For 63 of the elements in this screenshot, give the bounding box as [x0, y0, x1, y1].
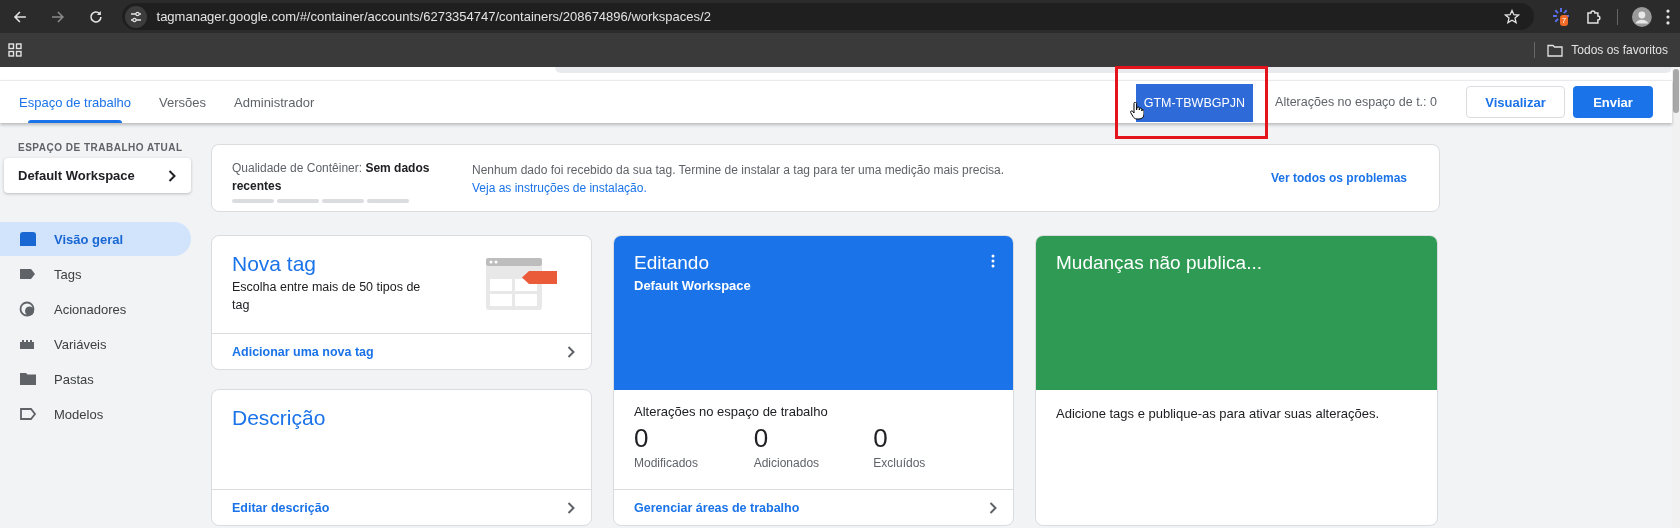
quality-label: Qualidade de Contêiner: Sem dados recentes — [232, 160, 431, 195]
changes-count: Alterações no espaço de t.: 0 — [1275, 95, 1437, 109]
trigger-icon — [19, 300, 37, 318]
extension-badge: 7 — [1559, 14, 1569, 26]
install-instructions-link[interactable]: Veja as instruções de instalação. — [472, 181, 647, 195]
nav-tab[interactable]: Versões — [148, 81, 217, 123]
preview-button[interactable]: Visualizar — [1466, 86, 1565, 118]
view-problems-link[interactable]: Ver todos os problemas — [1270, 171, 1407, 185]
card-text: Adicione tags e publique-as para ativar suas alterações. — [1055, 405, 1381, 423]
cursor-hand-icon — [1129, 102, 1144, 120]
nav-tab[interactable]: Espaço de trabalho — [8, 81, 143, 123]
stat-label: Modificados — [634, 456, 700, 470]
card-title: Nova tag — [232, 252, 318, 276]
overview-icon — [19, 230, 37, 248]
chevron-right-icon — [567, 345, 575, 358]
folder-icon — [19, 370, 37, 388]
puzzle-icon[interactable] — [1585, 7, 1604, 26]
extension-icon[interactable] — [1551, 6, 1570, 25]
tag-illustration-icon — [485, 257, 559, 313]
url-text: tagmanager.google.com/#/container/accounts/6273354747/containers/208674896/workspaces/2 — [156, 9, 711, 24]
quality-bar-segment — [232, 199, 274, 203]
sidebar-item[interactable]: Acionadores — [0, 292, 191, 326]
workspace-selector[interactable]: Default Workspace — [4, 158, 191, 193]
site-settings-icon[interactable] — [124, 5, 147, 28]
avatar-icon[interactable] — [1632, 6, 1653, 27]
quality-bar-segment — [322, 199, 364, 203]
stat-label: Excluídos — [873, 456, 927, 470]
submit-button[interactable]: Enviar — [1573, 86, 1653, 118]
quality-bar-segment — [277, 199, 319, 203]
chevron-right-icon — [989, 501, 997, 514]
stat-value: 0 — [753, 423, 770, 454]
card-link[interactable]: Gerenciar áreas de trabalho — [614, 489, 1013, 525]
apps-icon[interactable] — [8, 43, 22, 57]
card-subtitle: Escolha entre mais de 50 tipos de tag — [232, 279, 422, 314]
quality-bar-segment — [367, 199, 409, 203]
sidebar-item[interactable]: Visão geral — [0, 222, 191, 256]
sidebar-item[interactable]: Tags — [0, 257, 191, 291]
sidebar-item[interactable]: Modelos — [0, 397, 191, 431]
card-title: Descrição — [232, 406, 327, 430]
card-title: Mudanças não publica... — [1056, 252, 1263, 274]
chevron-right-icon — [168, 169, 176, 182]
chevron-right-icon — [567, 501, 575, 514]
stat-value: 0 — [873, 423, 889, 454]
address-bar[interactable]: tagmanager.google.com/#/container/accounts/6273354747/containers/208674896/workspaces/2 — [121, 3, 1534, 30]
container-id-button[interactable]: GTM-TBWBGPJN — [1135, 84, 1254, 122]
stat-label: Adicionados — [753, 456, 821, 470]
sidebar-item[interactable]: Pastas — [0, 362, 191, 396]
bookmark-folder[interactable]: Todos os favoritos — [1547, 43, 1668, 57]
template-icon — [19, 405, 37, 423]
section-label: ESPAÇO DE TRABALHO ATUAL — [17, 142, 184, 153]
reload-icon[interactable] — [87, 8, 104, 25]
folder-icon — [1547, 43, 1564, 57]
more-icon[interactable] — [1666, 8, 1670, 25]
nav-tab[interactable]: Administrador — [223, 81, 326, 123]
card-link[interactable]: Editar descrição — [212, 489, 591, 525]
card-link[interactable]: Adicionar uma nova tag — [212, 333, 591, 369]
stats-title: Alterações no espaço de trabalho — [634, 404, 829, 419]
sidebar-item[interactable]: Variáveis — [0, 327, 191, 361]
card-title: Editando — [634, 252, 710, 274]
star-icon[interactable] — [1503, 8, 1520, 25]
card-subtitle: Default Workspace — [634, 278, 751, 293]
stat-value: 0 — [634, 423, 650, 454]
quality-message: Nenhum dado foi recebido da sua tag. Termine de instalar a tag para ter uma medição mais precisa. — [472, 162, 1006, 179]
